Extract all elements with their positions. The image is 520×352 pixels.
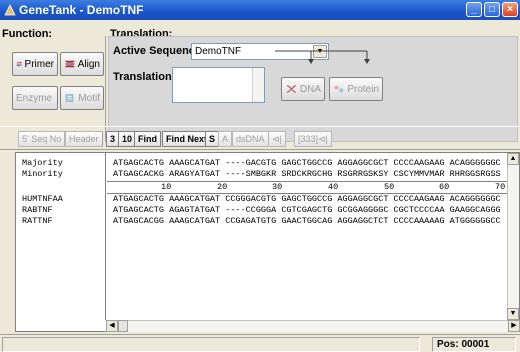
scroll-left-icon[interactable]: ◀	[106, 320, 118, 332]
toolbar-divider	[102, 131, 103, 147]
protein-button[interactable]: Protein	[329, 77, 383, 101]
name-minority: Minority	[22, 169, 63, 179]
align-label: Align	[77, 58, 100, 70]
arrow-button[interactable]: ⊲|	[268, 131, 286, 147]
primer-icon	[16, 61, 22, 67]
find-next-button[interactable]: Find Next	[162, 131, 212, 147]
ruler-tick: 70	[495, 182, 506, 192]
seq-no-button[interactable]: 5' Seq No	[18, 131, 66, 147]
primer-label: Primer	[24, 58, 54, 70]
align-icon	[65, 60, 75, 68]
maximize-button[interactable]: □	[484, 2, 500, 17]
ruler-tick: 10	[161, 182, 172, 192]
scroll-down-icon[interactable]: ▼	[507, 308, 519, 320]
sequence-names: Majority Minority HUMTNFAA RABTNF RATTNF	[16, 153, 106, 320]
motif-label: Motif	[78, 92, 100, 104]
status-bar: Pos: 00001	[0, 334, 520, 352]
title-bar: GeneTank - DemoTNF _ □ ×	[0, 0, 520, 20]
dna-label: DNA	[299, 83, 321, 95]
name-rattnf[interactable]: RATTNF	[22, 216, 53, 228]
find-button[interactable]: Find	[134, 131, 161, 147]
translations-scrollbar[interactable]	[252, 68, 264, 102]
ruler-tick: 30	[272, 182, 283, 192]
ruler-tick: 60	[439, 182, 450, 192]
ruler-tick: 20	[217, 182, 228, 192]
scroll-up-icon[interactable]: ▲	[507, 153, 519, 165]
motif-icon	[65, 94, 74, 102]
position-arrow-button[interactable]: [333]⊲|	[294, 131, 332, 147]
sequence-view[interactable]: Majority Minority HUMTNFAA RABTNF RATTNF…	[15, 152, 520, 332]
dna-button[interactable]: DNA	[281, 77, 325, 101]
status-message	[2, 337, 420, 352]
protein-label: Protein	[347, 83, 379, 95]
s-button[interactable]: S	[205, 131, 220, 147]
enzyme-label: Enzyme	[16, 92, 53, 104]
rattnf-sequence: ATGAGCACGG AAAGCATGAT CCGAGATGTG GAACTGG…	[113, 216, 501, 226]
primer-button[interactable]: Primer	[12, 52, 58, 76]
enzyme-button[interactable]: Enzyme	[12, 86, 58, 110]
position-readout: Pos: 00001	[432, 337, 516, 352]
motif-button[interactable]: Motif	[60, 86, 104, 110]
sequence-alignment[interactable]: ATGAGCACTG AAAGCATGAT ----GACGTG GAGCTGG…	[107, 153, 508, 320]
dna-icon	[286, 84, 297, 94]
ruler-tick: 40	[328, 182, 339, 192]
protein-icon	[334, 85, 344, 93]
a-button[interactable]: A	[218, 131, 233, 147]
translations-list[interactable]	[172, 67, 265, 103]
minimize-button[interactable]: _	[466, 2, 482, 17]
horizontal-scrollbar[interactable]: ◀ ▶	[106, 320, 520, 332]
sequence-toolbar: 5' Seq No Header 3 10 Find Find Next S A…	[0, 126, 520, 150]
window-title: GeneTank - DemoTNF	[19, 3, 144, 17]
active-sequence-value: DemoTNF	[195, 46, 242, 57]
vertical-scrollbar[interactable]: ▲ ▼	[507, 153, 519, 320]
header-button[interactable]: Header	[65, 131, 103, 147]
align-button[interactable]: Align	[60, 52, 104, 76]
app-icon	[4, 4, 16, 16]
flow-arrows-icon	[275, 50, 370, 64]
scroll-thumb[interactable]	[118, 320, 128, 332]
close-button[interactable]: ×	[502, 2, 518, 17]
minority-sequence: ATGAGCACKG ARAGYATGAT ----SMBGKR SRDCKRG…	[113, 169, 501, 179]
scroll-right-icon[interactable]: ▶	[508, 320, 520, 332]
ruler-tick: 50	[384, 182, 395, 192]
dsdna-button[interactable]: dsDNA	[232, 131, 269, 147]
